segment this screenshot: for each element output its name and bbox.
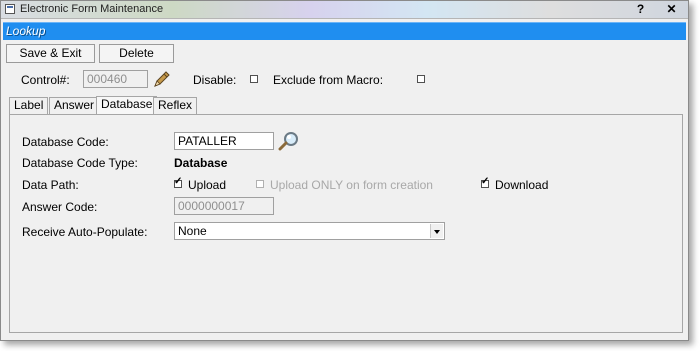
download-label: Download [495, 178, 549, 192]
receive-auto-populate-label: Receive Auto-Populate: [22, 225, 148, 239]
help-button[interactable]: ? [632, 2, 649, 16]
database-tab-panel: Database Code: PATALLER Database Code Ty… [9, 114, 683, 333]
answer-code-field: 0000000017 [174, 197, 274, 215]
close-button[interactable]: ✕ [663, 2, 680, 16]
upload-label: Upload [188, 178, 227, 192]
save-exit-button[interactable]: Save & Exit [6, 44, 95, 63]
disable-checkbox[interactable] [250, 75, 258, 83]
edit-pencil-icon[interactable] [152, 70, 172, 88]
database-code-field[interactable]: PATALLER [174, 132, 274, 150]
upload-checkbox[interactable] [174, 176, 182, 188]
upload-only-label: Upload ONLY on form creation [270, 178, 433, 192]
upload-only-checkbox [256, 180, 264, 188]
receive-auto-populate-value: None [178, 224, 207, 238]
control-number-label: Control#: [21, 73, 70, 87]
tab-answer[interactable]: Answer [49, 97, 100, 114]
download-checkbox[interactable] [481, 176, 489, 188]
tab-label[interactable]: Label [9, 97, 49, 114]
exclude-macro-label: Exclude from Macro: [273, 73, 384, 87]
control-number-field[interactable]: 000460 [83, 70, 148, 88]
app-icon [5, 4, 15, 14]
exclude-macro-checkbox[interactable] [417, 75, 425, 83]
receive-auto-populate-select[interactable]: None [174, 222, 445, 240]
section-header-title: Lookup [6, 24, 46, 38]
window-title: Electronic Form Maintenance [20, 3, 164, 15]
magnifier-search-icon[interactable] [278, 131, 300, 151]
data-path-label: Data Path: [22, 178, 79, 192]
database-code-label: Database Code: [22, 135, 109, 149]
title-bar: Electronic Form Maintenance ? ✕ [1, 1, 688, 19]
tab-reflex[interactable]: Reflex [153, 97, 198, 114]
database-code-type-value: Database [174, 156, 228, 170]
chevron-down-icon[interactable] [430, 224, 443, 238]
delete-button[interactable]: Delete [99, 44, 174, 63]
section-header: Lookup [3, 22, 686, 40]
database-code-type-label: Database Code Type: [22, 156, 138, 170]
tab-database[interactable]: Database [96, 96, 158, 115]
answer-code-label: Answer Code: [22, 200, 98, 214]
form-maintenance-window: Electronic Form Maintenance ? ✕ Lookup S… [0, 0, 689, 341]
disable-label: Disable: [193, 73, 237, 87]
